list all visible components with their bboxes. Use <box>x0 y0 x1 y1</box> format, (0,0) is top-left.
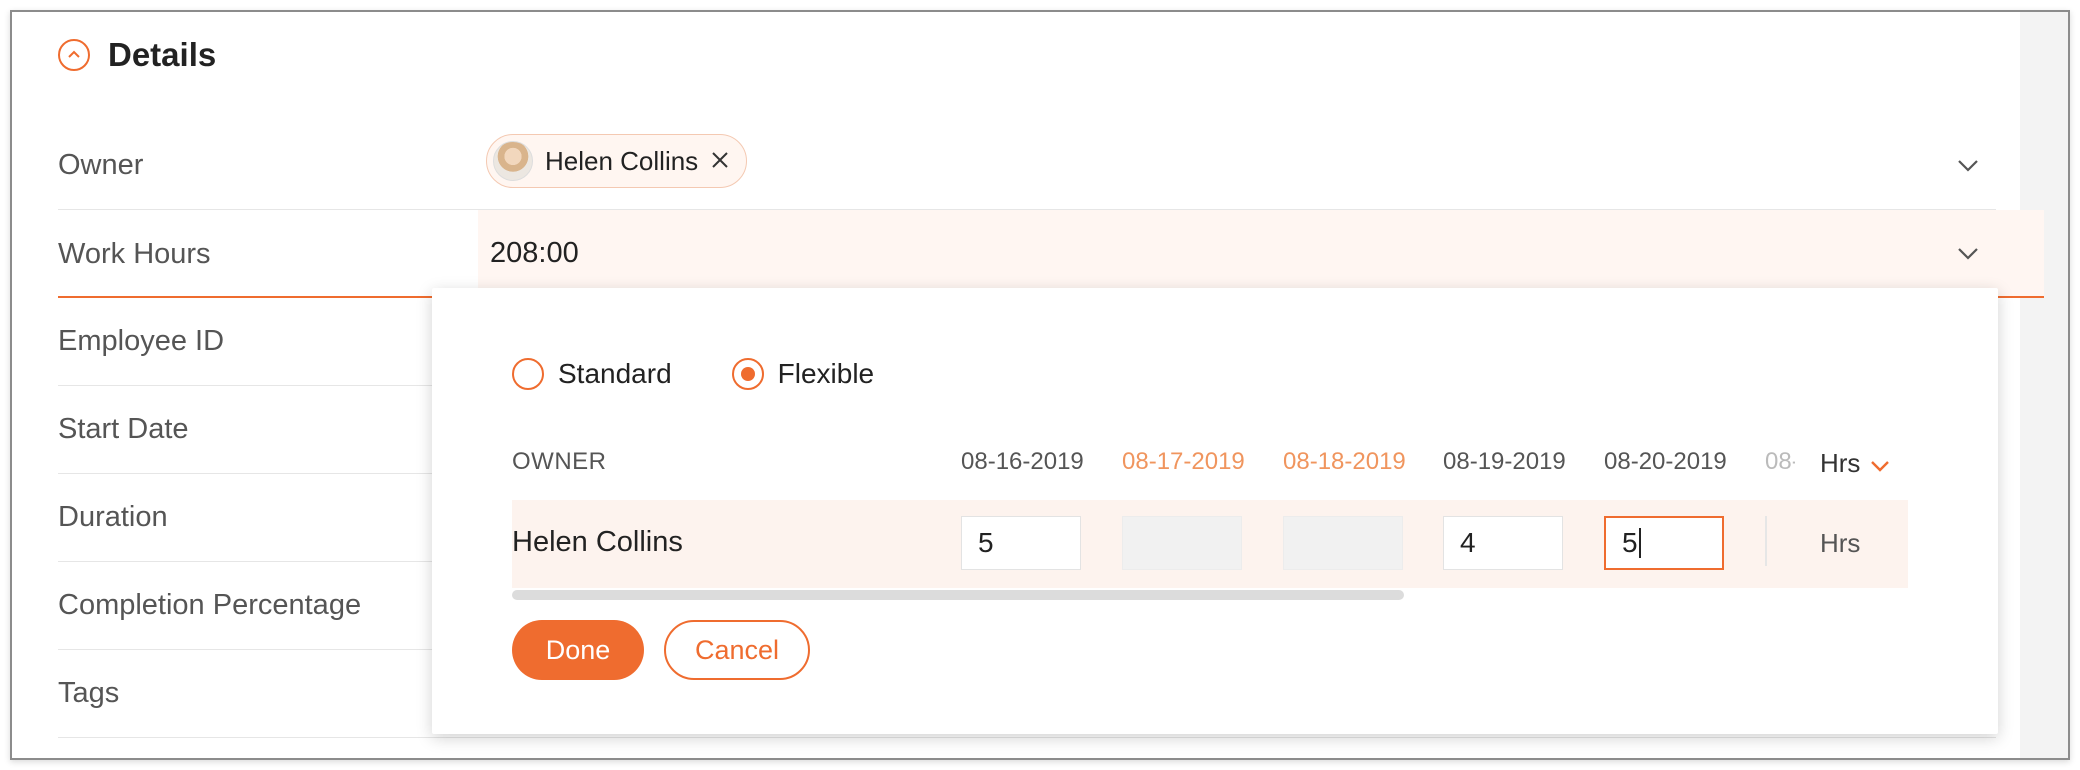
chevron-up-icon[interactable] <box>58 39 90 71</box>
column-divider <box>1765 516 1767 566</box>
scrollbar-gutter[interactable] <box>2020 12 2068 758</box>
hours-grid-header: OWNER 08-16-2019 08-17-2019 08-18-2019 0… <box>512 438 1908 488</box>
work-hours-value: 208:00 <box>490 236 579 269</box>
chevron-down-icon[interactable] <box>1954 240 1982 268</box>
section-title: Details <box>108 36 217 73</box>
cancel-button[interactable]: Cancel <box>664 620 810 680</box>
radio-flexible[interactable]: Flexible <box>731 358 875 390</box>
field-label-owner: Owner <box>58 149 144 181</box>
close-icon[interactable] <box>710 147 730 175</box>
column-header-date: 08-18-2019 <box>1283 448 1406 475</box>
section-header: Details <box>58 36 216 74</box>
field-label-work-hours: Work Hours <box>58 237 211 270</box>
unit-header-label: Hrs <box>1820 448 1861 478</box>
unit-dropdown[interactable]: Hrs <box>1820 448 1890 479</box>
hours-type-radio-group: Standard Flexible <box>512 358 874 390</box>
radio-button-flexible[interactable] <box>731 358 764 390</box>
field-label-employee-id: Employee ID <box>58 325 225 357</box>
field-label-duration: Duration <box>58 501 168 533</box>
owner-name: Helen Collins <box>545 145 699 176</box>
radio-label-flexible: Flexible <box>777 358 875 389</box>
field-label-start-date: Start Date <box>58 413 189 445</box>
chevron-down-icon <box>1870 448 1890 479</box>
hours-input[interactable]: 4 <box>1443 516 1563 570</box>
radio-selected-dot <box>740 367 755 381</box>
details-panel: Details Owner Helen Collins Work Hours 2… <box>10 10 2070 760</box>
radio-standard[interactable]: Standard <box>512 358 672 390</box>
avatar <box>493 141 533 181</box>
horizontal-scrollbar[interactable] <box>512 590 1404 600</box>
field-label-tags: Tags <box>58 677 120 709</box>
hours-input-disabled <box>1122 516 1242 570</box>
column-header-date: 08- <box>1765 448 1795 475</box>
field-owner: Owner Helen Collins <box>58 122 1996 210</box>
field-label-completion: Completion Percentage <box>58 589 362 621</box>
column-header-date: 08-16-2019 <box>961 448 1084 475</box>
text-caret <box>1638 528 1641 558</box>
owner-chip[interactable]: Helen Collins <box>486 134 748 188</box>
hours-input[interactable]: 5 <box>961 516 1081 570</box>
column-header-date: 08-19-2019 <box>1443 448 1566 475</box>
hours-input-active[interactable]: 5 <box>1604 516 1724 570</box>
chevron-down-icon[interactable] <box>1954 152 1982 180</box>
column-header-date: 08-20-2019 <box>1604 448 1727 475</box>
row-unit-label: Hrs <box>1820 528 1861 558</box>
row-owner-name: Helen Collins <box>512 526 683 558</box>
hours-input-disabled <box>1283 516 1403 570</box>
work-hours-popup: Standard Flexible OWNER 08-16-2019 08-17… <box>432 288 1998 734</box>
radio-button-standard[interactable] <box>512 358 544 390</box>
radio-label-standard: Standard <box>558 358 672 389</box>
hours-grid-row: Helen Collins 5 4 5 Hrs <box>512 500 1908 588</box>
column-header-owner: OWNER <box>512 448 607 475</box>
field-work-hours: Work Hours 208:00 <box>58 210 2044 298</box>
work-hours-field[interactable]: 208:00 <box>478 210 2044 298</box>
done-button[interactable]: Done <box>512 620 644 680</box>
column-header-date: 08-17-2019 <box>1122 448 1245 475</box>
